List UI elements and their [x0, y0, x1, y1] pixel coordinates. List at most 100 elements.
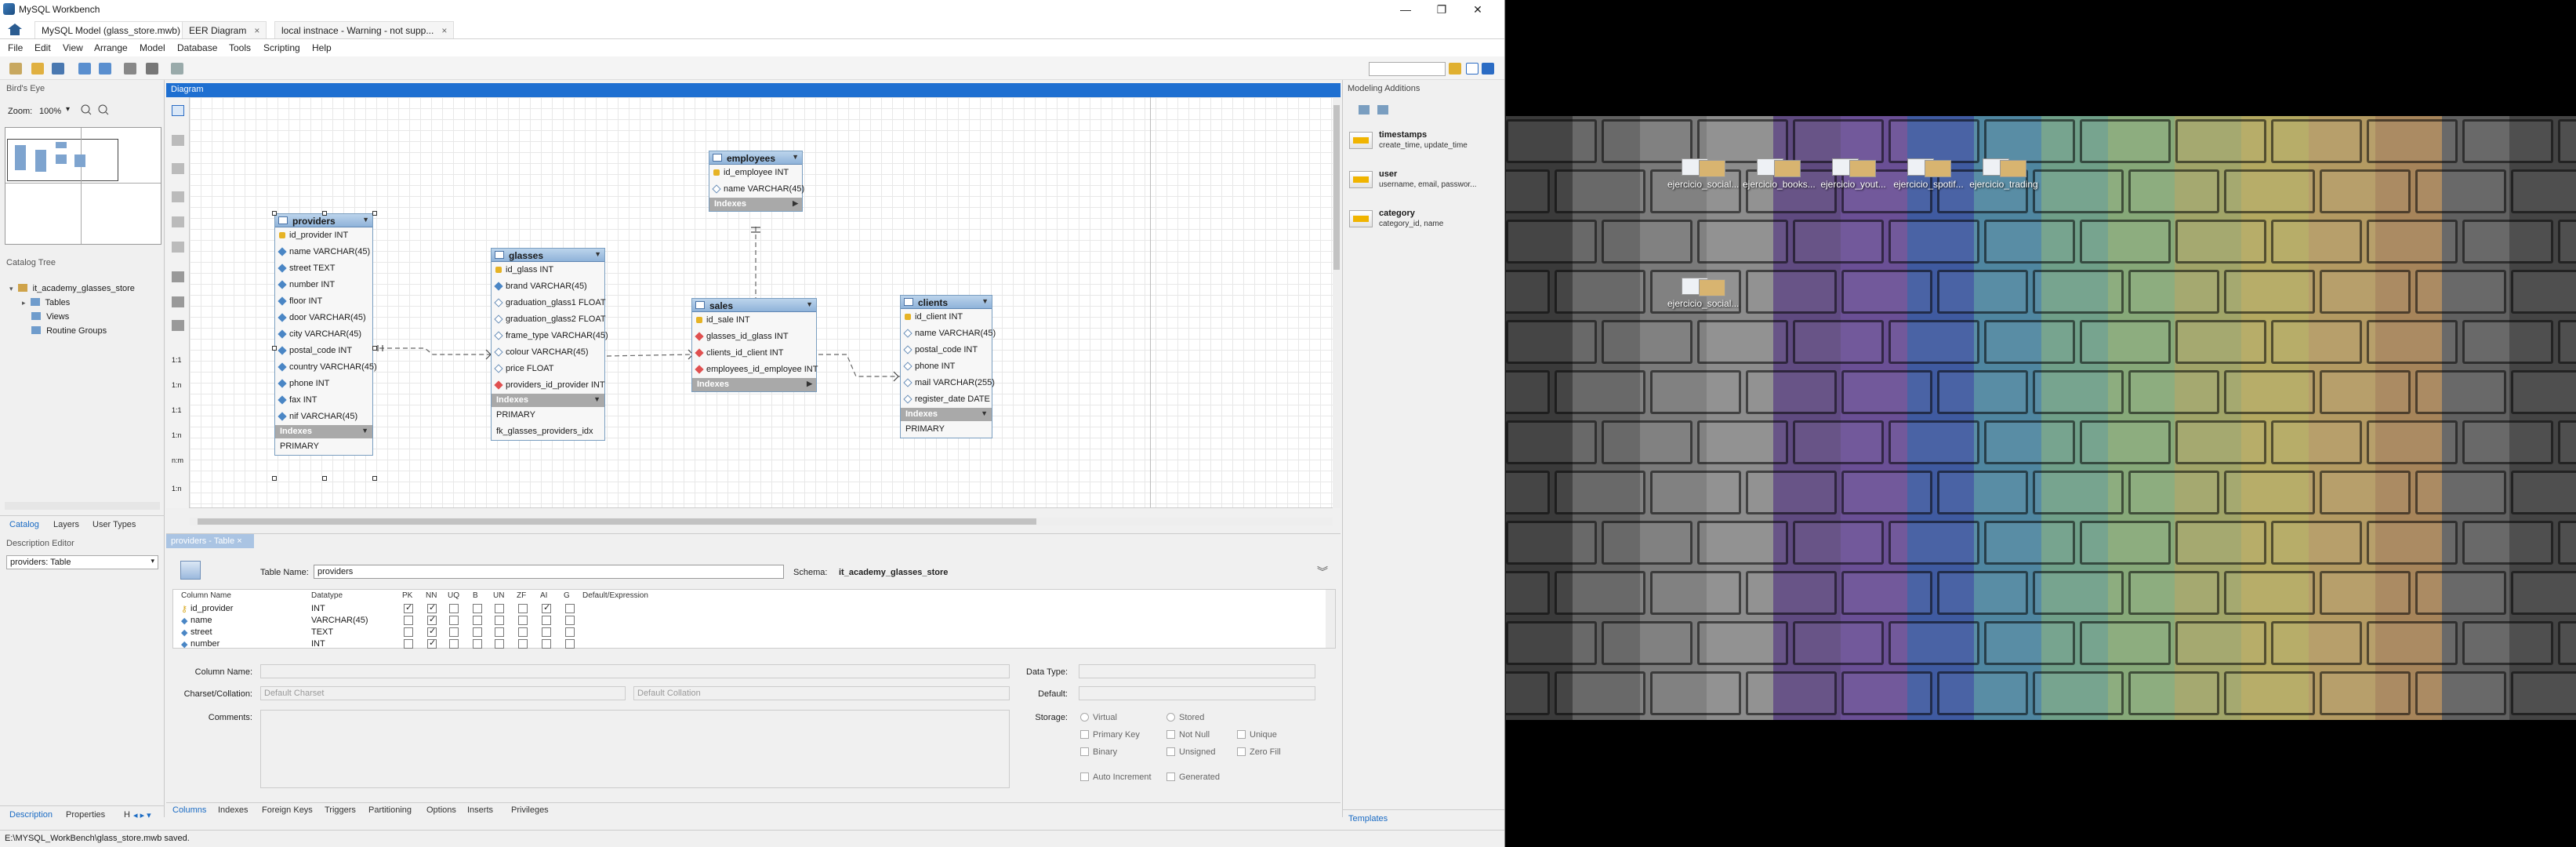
- collapse-icon[interactable]: ▼: [806, 300, 813, 308]
- table-column[interactable]: clients_id_client INT: [692, 345, 816, 362]
- indexes-header[interactable]: Indexes ▼: [492, 394, 604, 407]
- flag-checkbox[interactable]: [404, 627, 413, 637]
- collapse-icon[interactable]: ▼: [981, 297, 989, 305]
- default-input[interactable]: [1079, 686, 1315, 700]
- data-type-input[interactable]: [1079, 664, 1315, 678]
- col-header-name[interactable]: Column Name: [181, 591, 231, 600]
- zoom-in-out-icons[interactable]: [80, 104, 111, 116]
- collapse-icon[interactable]: ▼: [792, 153, 799, 161]
- tree-routine-groups[interactable]: Routine Groups: [31, 326, 107, 336]
- scroll-thumb[interactable]: [1333, 105, 1340, 270]
- pointer-tool-icon[interactable]: [172, 105, 184, 116]
- menu-edit[interactable]: Edit: [34, 42, 51, 53]
- storage-virtual-radio[interactable]: Virtual: [1080, 713, 1117, 722]
- table-column[interactable]: frame_type VARCHAR(45): [492, 328, 608, 344]
- tab-foreign-keys[interactable]: Foreign Keys: [262, 805, 313, 815]
- flag-checkbox[interactable]: [495, 627, 504, 637]
- column-name-input[interactable]: [260, 664, 1010, 678]
- selection-handle[interactable]: [322, 476, 327, 481]
- flag-checkbox[interactable]: [473, 604, 482, 613]
- description-object-select[interactable]: providers: Table ▾: [6, 555, 158, 569]
- selection-handle[interactable]: [272, 346, 277, 351]
- flag-checkbox[interactable]: [518, 627, 528, 637]
- undo-icon[interactable]: [78, 63, 91, 75]
- table-column[interactable]: graduation_glass1 FLOAT: [492, 295, 606, 311]
- flag-checkbox[interactable]: [449, 639, 459, 649]
- close-window-button[interactable]: ✕: [1460, 0, 1496, 19]
- col-header-g[interactable]: G: [564, 591, 570, 600]
- table-column[interactable]: postal_code INT: [275, 343, 372, 359]
- tab-properties[interactable]: Properties: [66, 810, 105, 820]
- selection-handle[interactable]: [272, 476, 277, 481]
- flag-checkbox[interactable]: [495, 639, 504, 649]
- flag-checkbox[interactable]: [427, 638, 437, 649]
- tab-catalog[interactable]: Catalog: [9, 520, 39, 529]
- table-column[interactable]: glasses_id_glass INT: [692, 329, 816, 345]
- table-column[interactable]: id_sale INT: [692, 312, 816, 329]
- tab-templates[interactable]: Templates: [1348, 814, 1388, 823]
- storage-stored-radio[interactable]: Stored: [1166, 713, 1204, 722]
- menu-view[interactable]: View: [63, 42, 83, 53]
- grid-row[interactable]: ◆ name VARCHAR(45): [173, 614, 1318, 627]
- tab-privileges[interactable]: Privileges: [511, 805, 549, 815]
- table-column[interactable]: number INT: [275, 277, 372, 293]
- view-mode-icon[interactable]: [1359, 105, 1370, 115]
- flag-checkbox[interactable]: [565, 639, 575, 649]
- tab-description[interactable]: Description: [9, 810, 53, 820]
- indexes-header[interactable]: Indexes ▼: [275, 425, 372, 438]
- tab-history[interactable]: H: [124, 810, 130, 820]
- flag-checkbox[interactable]: [449, 604, 459, 613]
- flag-checkbox[interactable]: [404, 639, 413, 649]
- new-model-icon[interactable]: [9, 63, 22, 75]
- maximize-button[interactable]: ❐: [1424, 0, 1460, 19]
- generated-checkbox[interactable]: Generated: [1166, 772, 1220, 782]
- index-row[interactable]: PRIMARY: [275, 438, 372, 455]
- flag-checkbox[interactable]: [495, 616, 504, 625]
- table-tool-icon[interactable]: [172, 271, 184, 282]
- flag-checkbox[interactable]: [449, 627, 459, 637]
- table-column[interactable]: city VARCHAR(45): [275, 326, 372, 343]
- flag-checkbox[interactable]: [473, 616, 482, 625]
- col-header-pk[interactable]: PK: [402, 591, 412, 600]
- flag-checkbox[interactable]: [542, 602, 551, 613]
- relation-1-n-id-icon[interactable]: 1:n: [172, 431, 184, 442]
- tab-eer-diagram[interactable]: EER Diagram ×: [182, 21, 267, 38]
- home-icon[interactable]: [6, 22, 24, 36]
- tab-local-instance[interactable]: local instnace - Warning - not supp... ×: [274, 21, 455, 38]
- flag-checkbox[interactable]: [449, 616, 459, 625]
- table-header[interactable]: employees ▼: [709, 151, 802, 165]
- flag-checkbox[interactable]: [473, 639, 482, 649]
- table-column[interactable]: phone INT: [275, 376, 372, 392]
- table-clients[interactable]: clients ▼ id_client INT name VARCHAR(45) po…: [900, 295, 996, 438]
- binary-checkbox[interactable]: Binary: [1080, 747, 1117, 757]
- close-tab-icon[interactable]: ×: [441, 25, 447, 36]
- relation-n-m-icon[interactable]: n:m: [172, 456, 184, 467]
- panel-toggle-icon[interactable]: [1482, 63, 1494, 75]
- selection-handle[interactable]: [372, 211, 377, 216]
- table-column[interactable]: id_provider INT: [275, 227, 372, 244]
- auto-increment-checkbox[interactable]: Auto Increment: [1080, 772, 1152, 782]
- flag-checkbox[interactable]: [518, 639, 528, 649]
- unsigned-checkbox[interactable]: Unsigned: [1166, 747, 1215, 757]
- table-column[interactable]: id_client INT: [901, 309, 992, 325]
- eraser-tool-icon[interactable]: [172, 163, 184, 174]
- table-employees[interactable]: employees ▼ id_employee INT name VARCHAR(4…: [709, 151, 804, 212]
- close-tab-icon[interactable]: ×: [237, 536, 241, 546]
- tree-hscrollbar[interactable]: [5, 502, 160, 510]
- table-header[interactable]: glasses ▼: [492, 249, 604, 262]
- datatype-cell[interactable]: VARCHAR(45): [311, 616, 368, 625]
- datatype-cell[interactable]: INT: [311, 604, 325, 613]
- col-header-un[interactable]: UN: [493, 591, 504, 600]
- birds-eye-preview[interactable]: [5, 127, 161, 245]
- selection-handle[interactable]: [372, 476, 377, 481]
- save-icon[interactable]: [52, 63, 64, 75]
- desktop-folder-icon[interactable]: ejercicio_social...: [1667, 276, 1739, 315]
- indexes-header[interactable]: Indexes ▶: [709, 198, 802, 211]
- flag-checkbox[interactable]: [495, 604, 504, 613]
- table-providers[interactable]: providers ▼ id_provider INT name VARCHAR(4…: [274, 213, 377, 456]
- minimize-button[interactable]: —: [1388, 0, 1424, 19]
- index-row[interactable]: PRIMARY: [492, 407, 604, 424]
- desktop-folder-icon[interactable]: ejercicio_spotif...: [1893, 157, 1964, 196]
- desktop-folder-icon[interactable]: ejercicio_social...: [1667, 157, 1739, 196]
- plugin-timestamps[interactable]: timestamps create_time, update_time: [1349, 130, 1503, 162]
